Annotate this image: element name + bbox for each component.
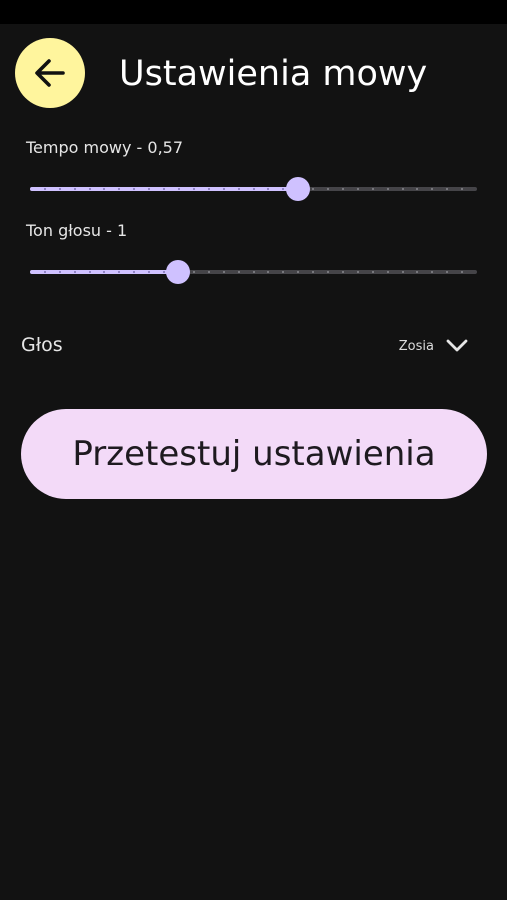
slider-tick xyxy=(118,188,121,190)
slider-tick xyxy=(73,271,76,273)
slider-tick xyxy=(133,188,136,190)
slider-thumb[interactable] xyxy=(286,177,311,201)
slider-tick xyxy=(267,271,270,273)
slider-tick xyxy=(237,271,240,273)
slider-thumb[interactable] xyxy=(165,260,190,284)
slider-tick xyxy=(312,271,315,273)
slider-ticks xyxy=(30,187,477,191)
slider-ticks xyxy=(30,270,477,274)
voice-label: Głos xyxy=(21,334,63,356)
slider-tick xyxy=(401,271,404,273)
slider-tick xyxy=(431,271,434,273)
slider-tick xyxy=(177,188,180,190)
slider-tick xyxy=(148,271,151,273)
slider-tick xyxy=(356,188,359,190)
slider-tick xyxy=(88,188,91,190)
speech-settings-screen: Ustawienia mowy Tempo mowy - 0,57 Ton gł… xyxy=(0,0,507,900)
page-title: Ustawienia mowy xyxy=(119,54,428,94)
slider-tick xyxy=(461,271,464,273)
slider-tick xyxy=(163,188,166,190)
slider-tick xyxy=(58,188,61,190)
slider-tick xyxy=(282,271,285,273)
slider-tick xyxy=(103,188,106,190)
slider-tick xyxy=(341,188,344,190)
slider-tick xyxy=(222,188,225,190)
pitch-slider[interactable] xyxy=(30,257,477,287)
slider-tick xyxy=(43,188,46,190)
slider-tick xyxy=(207,188,210,190)
voice-selected-value: Zosia xyxy=(398,338,434,354)
slider-tick xyxy=(133,271,136,273)
status-bar xyxy=(0,0,507,24)
slider-tick xyxy=(297,271,300,273)
slider-tick xyxy=(267,188,270,190)
speech-rate-label: Tempo mowy - 0,57 xyxy=(26,138,184,157)
slider-tick xyxy=(446,271,449,273)
slider-tick xyxy=(73,188,76,190)
slider-tick xyxy=(252,188,255,190)
slider-tick xyxy=(431,188,434,190)
voice-row: Głos Zosia xyxy=(21,330,476,362)
slider-tick xyxy=(386,188,389,190)
slider-tick xyxy=(163,271,166,273)
test-settings-button[interactable]: Przetestuj ustawienia xyxy=(21,409,487,499)
slider-tick xyxy=(43,271,46,273)
slider-tick xyxy=(386,271,389,273)
speech-rate-slider[interactable] xyxy=(30,174,477,204)
slider-tick xyxy=(222,271,225,273)
slider-tick xyxy=(237,188,240,190)
slider-tick xyxy=(401,188,404,190)
back-button[interactable] xyxy=(15,38,85,108)
slider-tick xyxy=(461,188,464,190)
slider-tick xyxy=(207,271,210,273)
slider-tick xyxy=(192,271,195,273)
arrow-left-icon xyxy=(35,59,65,87)
slider-tick xyxy=(356,271,359,273)
chevron-down-icon xyxy=(446,339,468,352)
slider-tick xyxy=(416,188,419,190)
slider-tick xyxy=(326,188,329,190)
slider-tick xyxy=(103,271,106,273)
slider-tick xyxy=(341,271,344,273)
slider-tick xyxy=(416,271,419,273)
slider-tick xyxy=(282,188,285,190)
slider-tick xyxy=(88,271,91,273)
pitch-label: Ton głosu - 1 xyxy=(26,221,128,240)
slider-tick xyxy=(148,188,151,190)
voice-dropdown[interactable]: Zosia xyxy=(399,330,468,362)
slider-tick xyxy=(192,188,195,190)
slider-tick xyxy=(371,188,374,190)
slider-tick xyxy=(58,271,61,273)
slider-tick xyxy=(326,271,329,273)
slider-tick xyxy=(118,271,121,273)
slider-tick xyxy=(252,271,255,273)
slider-tick xyxy=(312,188,315,190)
slider-tick xyxy=(446,188,449,190)
slider-tick xyxy=(371,271,374,273)
